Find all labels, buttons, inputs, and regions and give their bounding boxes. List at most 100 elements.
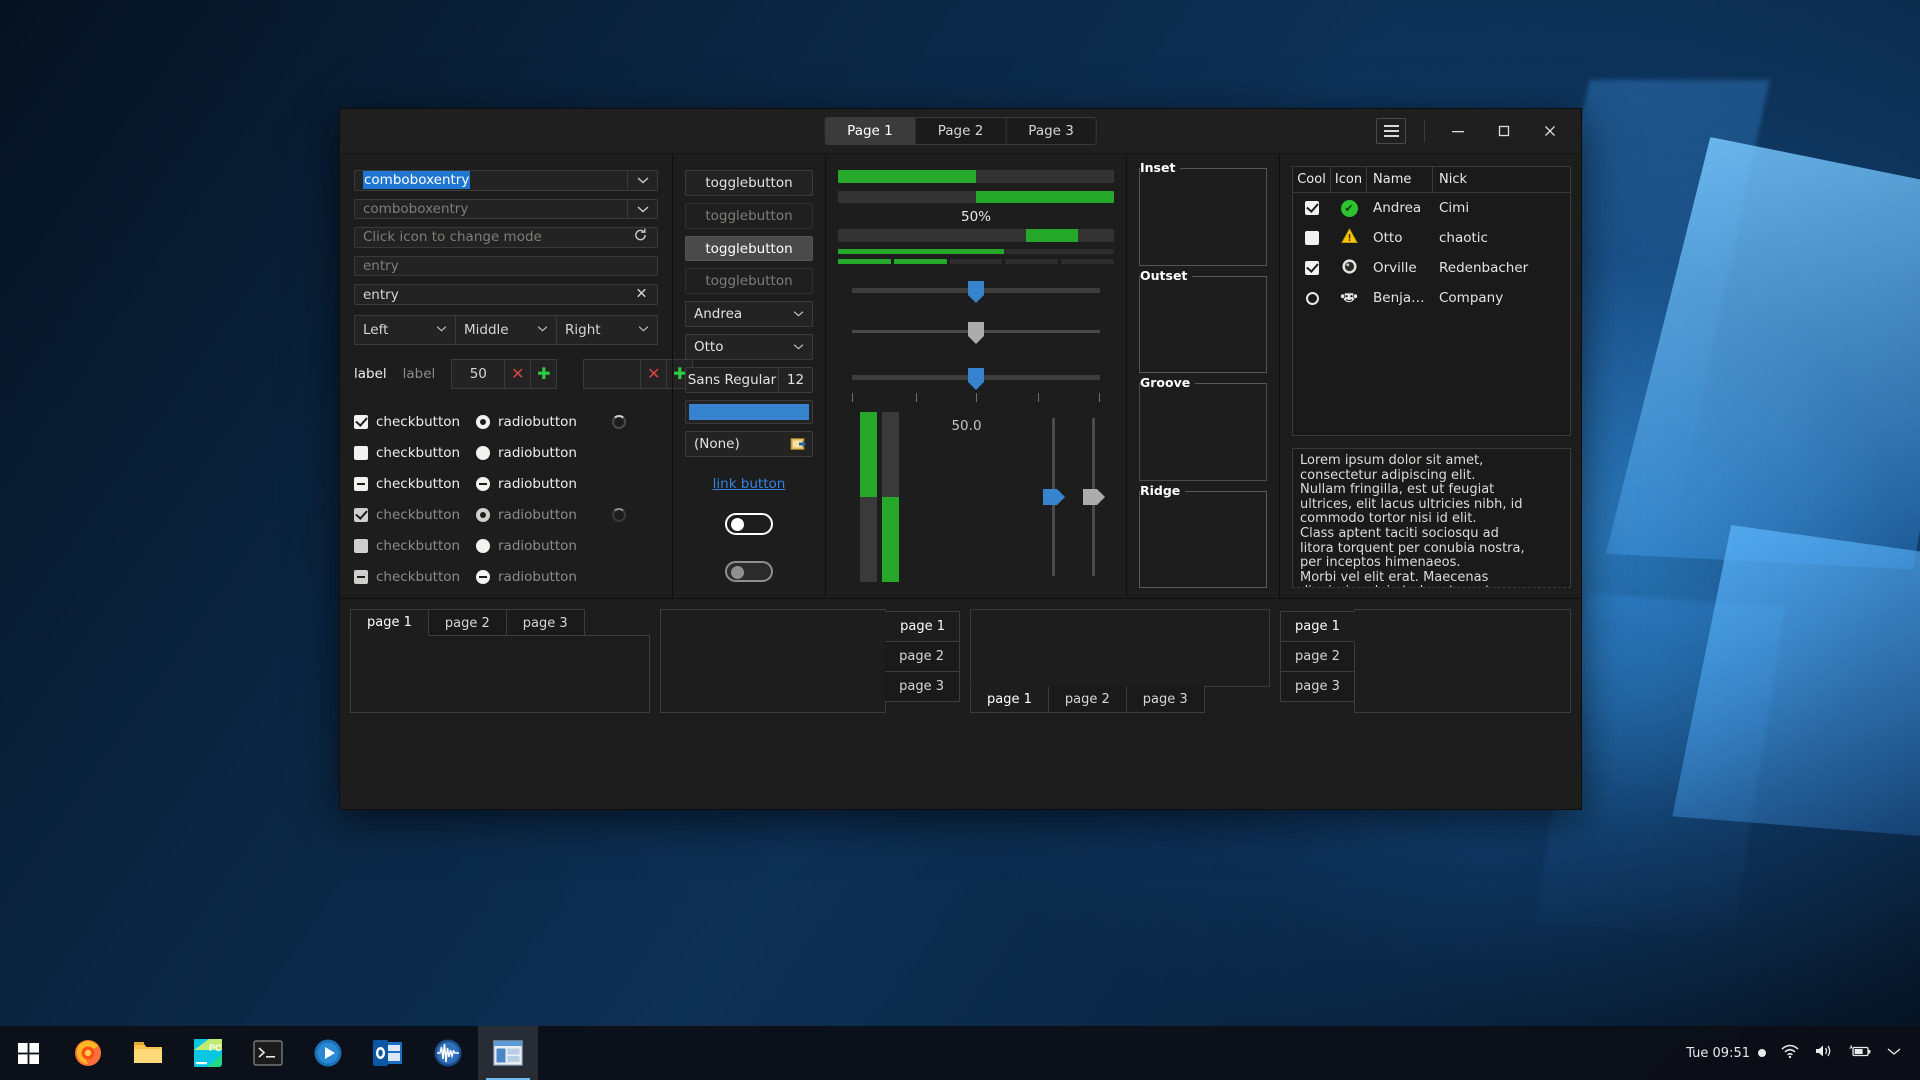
textview[interactable]: Lorem ipsum dolor sit amet, consectetur … bbox=[1292, 448, 1571, 588]
taskbar-clock[interactable]: Tue 09:51 bbox=[1686, 1046, 1766, 1061]
font-button[interactable]: Sans Regular 12 bbox=[685, 366, 813, 393]
horizontal-scale-1[interactable] bbox=[838, 274, 1114, 304]
radiobutton-5[interactable]: radiobutton bbox=[476, 569, 612, 585]
treeview[interactable]: Cool Icon Name Nick ✔ Andrea Cimi Otto c… bbox=[1292, 166, 1571, 436]
row-radio[interactable] bbox=[1293, 283, 1331, 313]
battery-icon[interactable] bbox=[1848, 1043, 1872, 1063]
checkbutton-2[interactable]: checkbutton bbox=[354, 476, 476, 492]
radiobutton-4[interactable]: radiobutton bbox=[476, 538, 612, 554]
table-row[interactable]: Otto chaotic bbox=[1293, 223, 1570, 253]
notebook-1-tab-page-3[interactable]: page 3 bbox=[505, 609, 585, 636]
checkbutton-1[interactable]: checkbutton bbox=[354, 445, 476, 461]
color-swatch bbox=[689, 403, 809, 421]
radiobutton-3[interactable]: radiobutton bbox=[476, 507, 612, 523]
comboboxentry-plain[interactable]: comboboxentry bbox=[354, 198, 658, 220]
horizontal-scale-2[interactable] bbox=[838, 315, 1114, 345]
togglebutton-2[interactable]: togglebutton bbox=[685, 235, 813, 262]
column-header-icon[interactable]: Icon bbox=[1331, 167, 1367, 192]
notebook-3-tab-page-2[interactable]: page 2 bbox=[1047, 686, 1127, 713]
refresh-icon[interactable] bbox=[633, 228, 648, 247]
tab-page-3[interactable]: Page 3 bbox=[1006, 118, 1096, 144]
frames-column: Inset Outset Groove Ridge bbox=[1127, 154, 1279, 598]
notebook-1-tab-page-2[interactable]: page 2 bbox=[427, 609, 507, 636]
firefox-icon[interactable] bbox=[58, 1026, 118, 1080]
horizontal-scale-3[interactable] bbox=[838, 361, 1114, 391]
scale-handle[interactable] bbox=[1083, 489, 1105, 506]
radiobutton-1[interactable]: radiobutton bbox=[476, 445, 612, 461]
file-explorer-icon[interactable] bbox=[118, 1026, 178, 1080]
tab-page-2[interactable]: Page 2 bbox=[915, 118, 1007, 144]
combo-andrea[interactable]: Andrea bbox=[685, 301, 813, 328]
checkbutton-5[interactable]: checkbutton bbox=[354, 569, 476, 585]
vertical-scale-1[interactable] bbox=[1034, 412, 1074, 582]
table-row[interactable]: Orville Redenbacher bbox=[1293, 253, 1570, 283]
file-chooser-button[interactable]: (None) bbox=[685, 431, 813, 458]
combo-otto[interactable]: Otto bbox=[685, 334, 813, 360]
notebook-4-tab-page-3[interactable]: page 3 bbox=[1280, 671, 1355, 702]
row-checkbox[interactable] bbox=[1293, 253, 1331, 283]
chevron-down-icon[interactable] bbox=[627, 199, 657, 219]
tab-page-1[interactable]: Page 1 bbox=[825, 118, 916, 144]
close-button[interactable] bbox=[1527, 114, 1573, 148]
chevron-up-icon[interactable] bbox=[1886, 1045, 1902, 1061]
notebook-3-tab-page-1[interactable]: page 1 bbox=[970, 686, 1049, 713]
row-checkbox[interactable] bbox=[1293, 193, 1331, 223]
checkbutton-3[interactable]: checkbutton bbox=[354, 507, 476, 523]
audacity-icon[interactable] bbox=[418, 1026, 478, 1080]
media-icon[interactable] bbox=[298, 1026, 358, 1080]
notebook-2-tab-page-2[interactable]: page 2 bbox=[885, 641, 960, 672]
combo-left[interactable]: Left bbox=[354, 314, 455, 345]
checkbutton-0[interactable]: checkbutton bbox=[354, 414, 476, 430]
maximize-button[interactable] bbox=[1481, 114, 1527, 148]
checkbutton-4[interactable]: checkbutton bbox=[354, 538, 476, 554]
column-header-name[interactable]: Name bbox=[1367, 167, 1433, 192]
notebooks-row: page 1 page 2 page 3 page 1 page 2 page … bbox=[340, 599, 1581, 725]
scale-handle[interactable] bbox=[968, 368, 984, 391]
notebook-4-tab-page-1[interactable]: page 1 bbox=[1280, 611, 1355, 642]
minimize-button[interactable] bbox=[1435, 114, 1481, 148]
scale-handle[interactable] bbox=[968, 321, 984, 344]
scale-handle[interactable] bbox=[968, 281, 984, 304]
radiobutton-0[interactable]: radiobutton bbox=[476, 414, 612, 430]
combo-middle[interactable]: Middle bbox=[455, 314, 556, 345]
table-row[interactable]: ✔ Andrea Cimi bbox=[1293, 193, 1570, 223]
row-name: Andrea bbox=[1373, 200, 1422, 216]
notebook-1-tab-page-1[interactable]: page 1 bbox=[350, 609, 429, 636]
plain-entry[interactable]: entry bbox=[354, 255, 658, 277]
notebook-3-tab-page-3[interactable]: page 3 bbox=[1125, 686, 1205, 713]
scale-handle[interactable] bbox=[1043, 489, 1065, 506]
table-row[interactable]: Benja… Company bbox=[1293, 283, 1570, 313]
terminal-icon[interactable] bbox=[238, 1026, 298, 1080]
notebook-2-tab-page-1[interactable]: page 1 bbox=[885, 611, 960, 642]
color-button[interactable] bbox=[685, 399, 813, 425]
mode-entry[interactable]: Click icon to change mode bbox=[354, 227, 658, 248]
remove-icon[interactable]: ✕ bbox=[504, 359, 530, 388]
switch-off[interactable] bbox=[725, 560, 773, 582]
spin-button-50[interactable]: 50 ✕ ✚ bbox=[451, 358, 558, 389]
switch-on[interactable] bbox=[725, 513, 773, 535]
windows-start-icon[interactable] bbox=[0, 1026, 58, 1080]
vertical-scale-2[interactable] bbox=[1074, 412, 1114, 582]
add-icon[interactable]: ✚ bbox=[530, 359, 556, 388]
togglebutton-0[interactable]: togglebutton bbox=[685, 170, 813, 196]
clear-icon[interactable] bbox=[635, 286, 648, 303]
menu-button[interactable] bbox=[1368, 114, 1414, 148]
gtk-demo-icon[interactable] bbox=[478, 1026, 538, 1080]
row-checkbox[interactable] bbox=[1293, 223, 1331, 253]
outlook-icon[interactable] bbox=[358, 1026, 418, 1080]
radiobutton-2[interactable]: radiobutton bbox=[476, 476, 612, 492]
volume-icon[interactable] bbox=[1814, 1043, 1834, 1063]
radio-icon bbox=[1305, 291, 1319, 305]
pycharm-icon[interactable]: PC bbox=[178, 1026, 238, 1080]
wifi-icon[interactable] bbox=[1780, 1043, 1800, 1063]
column-header-cool[interactable]: Cool bbox=[1293, 167, 1331, 192]
chevron-down-icon[interactable] bbox=[627, 171, 657, 190]
clearable-entry[interactable]: entry bbox=[354, 284, 658, 305]
notebook-4-tab-page-2[interactable]: page 2 bbox=[1280, 641, 1355, 672]
link-button[interactable]: link button bbox=[685, 476, 813, 492]
column-header-nick[interactable]: Nick bbox=[1433, 167, 1570, 192]
notebook-2-tab-page-3[interactable]: page 3 bbox=[885, 671, 960, 702]
combo-right[interactable]: Right bbox=[556, 314, 658, 345]
remove-icon[interactable]: ✕ bbox=[640, 359, 666, 388]
comboboxentry-selected[interactable]: comboboxentry bbox=[354, 170, 658, 191]
